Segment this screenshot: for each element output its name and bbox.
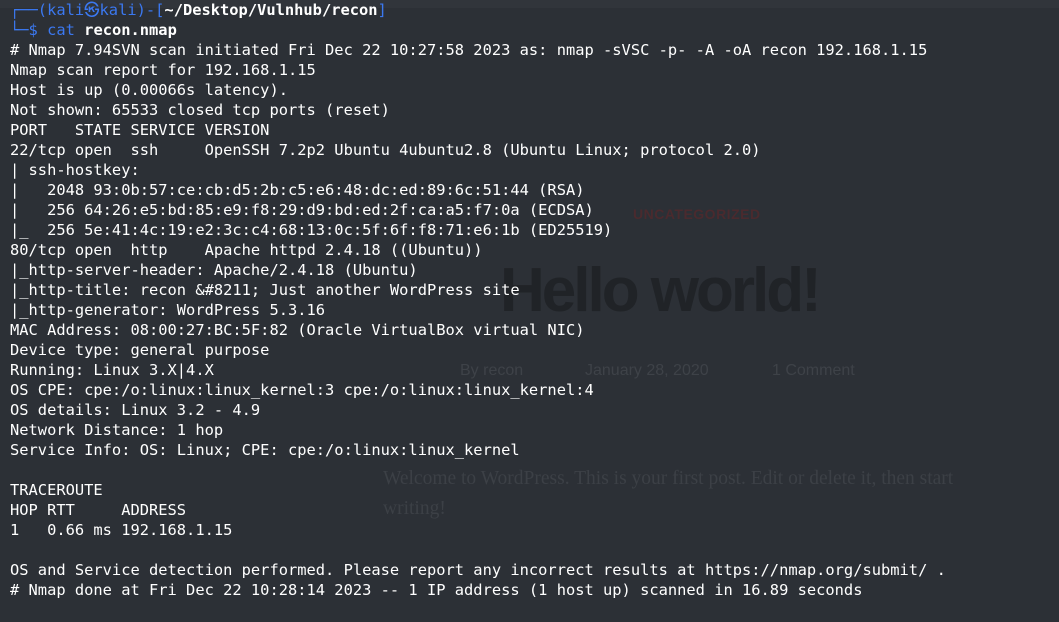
output-line: TRACEROUTE	[10, 481, 103, 499]
output-line: OS details: Linux 3.2 - 4.9	[10, 401, 261, 419]
prompt-corner-bottom: └─$	[10, 21, 48, 39]
prompt-separator: )-[	[136, 1, 165, 19]
output-line: # Nmap 7.94SVN scan initiated Fri Dec 22…	[10, 41, 928, 59]
output-line: | 2048 93:0b:57:ce:cb:d5:2b:c5:e6:48:dc:…	[10, 181, 585, 199]
output-line: 1 0.66 ms 192.168.1.15	[10, 521, 233, 539]
output-line-blank	[10, 460, 946, 480]
terminal-window[interactable]: UNCATEGORIZED Hello world! By recon Janu…	[0, 0, 1059, 622]
output-line: OS CPE: cpe:/o:linux:linux_kernel:3 cpe:…	[10, 381, 594, 399]
output-line: |_ 256 5e:41:4c:19:e2:3c:c4:68:13:0c:5f:…	[10, 221, 613, 239]
output-line: Network Distance: 1 hop	[10, 421, 224, 439]
output-line: | 256 64:26:e5:bd:85:e9:f8:29:d9:bd:ed:2…	[10, 201, 594, 219]
output-line: Device type: general purpose	[10, 341, 270, 359]
output-line: |_http-server-header: Apache/2.4.18 (Ubu…	[10, 261, 418, 279]
prompt-path: ~/Desktop/Vulnhub/recon	[164, 1, 378, 19]
output-line: PORT STATE SERVICE VERSION	[10, 121, 270, 139]
output-line: Nmap scan report for 192.168.1.15	[10, 61, 316, 79]
output-line: HOP RTT ADDRESS	[10, 501, 187, 519]
output-line: | ssh-hostkey:	[10, 161, 149, 179]
output-line: Running: Linux 3.X|4.X	[10, 361, 214, 379]
output-line: 22/tcp open ssh OpenSSH 7.2p2 Ubuntu 4ub…	[10, 141, 761, 159]
output-line: Service Info: OS: Linux; CPE: cpe:/o:lin…	[10, 441, 520, 459]
command-argument: recon.nmap	[84, 21, 177, 39]
command-name: cat	[47, 21, 75, 39]
prompt-close: ]	[377, 1, 387, 19]
output-line-blank	[10, 540, 946, 560]
terminal-output: ┌──(kali㉿kali)-[~/Desktop/Vulnhub/recon]…	[10, 0, 946, 600]
prompt-line-command: └─$ cat recon.nmap	[10, 20, 946, 40]
output-line: MAC Address: 08:00:27:BC:5F:82 (Oracle V…	[10, 321, 585, 339]
prompt-corner-top: ┌──(	[10, 1, 48, 19]
prompt-line-top: ┌──(kali㉿kali)-[~/Desktop/Vulnhub/recon]	[10, 0, 946, 20]
output-line: 80/tcp open http Apache httpd 2.4.18 ((U…	[10, 241, 483, 259]
output-line: |_http-generator: WordPress 5.3.16	[10, 301, 326, 319]
output-line: # Nmap done at Fri Dec 22 10:28:14 2023 …	[10, 581, 863, 599]
output-line: Not shown: 65533 closed tcp ports (reset…	[10, 101, 390, 119]
output-line: Host is up (0.00066s latency).	[10, 81, 288, 99]
prompt-user-host: kali㉿kali	[47, 1, 137, 19]
output-line: |_http-title: recon &#8211; Just another…	[10, 281, 520, 299]
output-line: OS and Service detection performed. Plea…	[10, 561, 946, 579]
